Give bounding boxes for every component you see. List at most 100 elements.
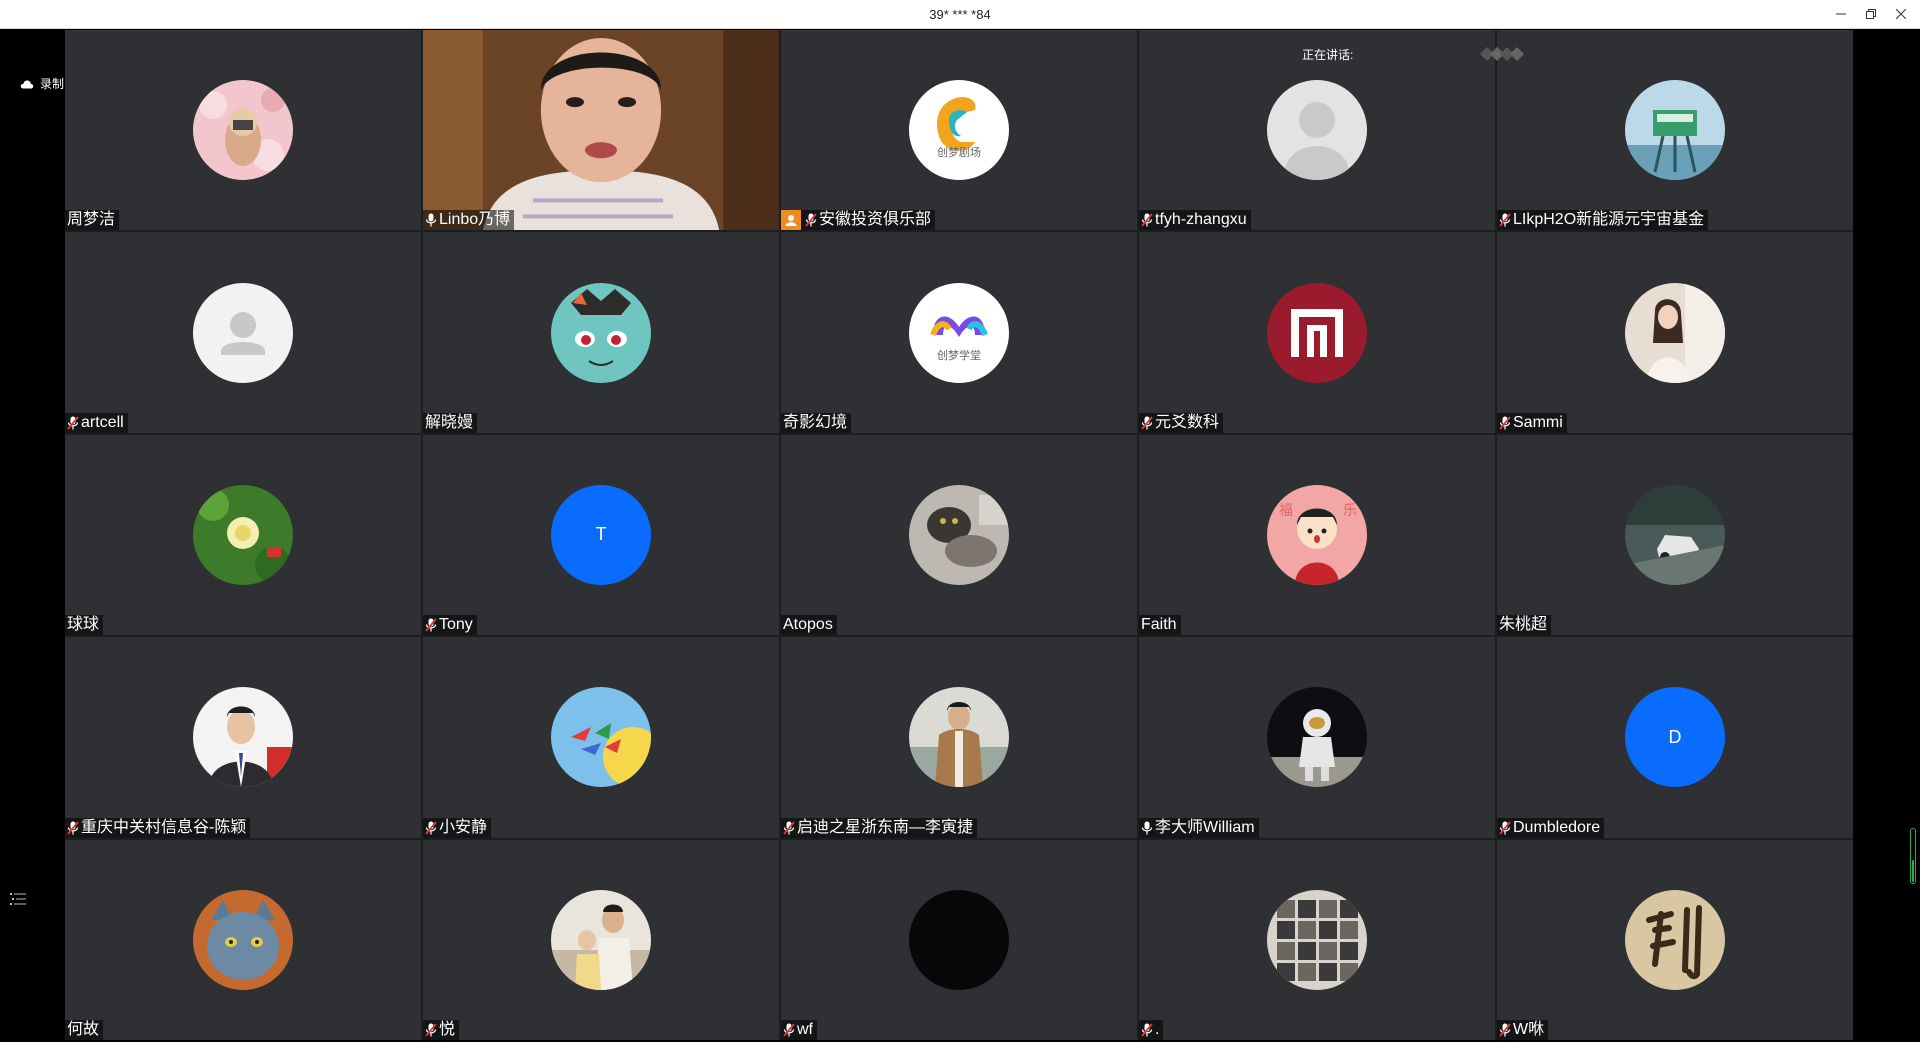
participant-name: Faith <box>1141 616 1177 634</box>
avatar <box>551 282 651 383</box>
participant-tile[interactable]: 球球 <box>65 434 421 636</box>
participant-nameplate: 朱桃超 <box>1497 615 1552 636</box>
participant-tile[interactable]: wf <box>781 839 1137 1040</box>
participant-tile[interactable]: 解晓嫚 <box>423 232 779 433</box>
mic-muted-icon <box>1141 416 1153 430</box>
participant-tile[interactable]: artcell <box>65 232 421 433</box>
participant-tile[interactable]: Sammi <box>1497 232 1853 433</box>
mic-muted-icon <box>425 1023 437 1037</box>
participant-nameplate: 何故 <box>65 1019 104 1040</box>
participant-tile[interactable]: 启迪之星浙东南—李寅捷 <box>781 637 1137 838</box>
avatar <box>909 889 1009 990</box>
window-title: 39* *** *84 <box>929 7 991 22</box>
participant-tile[interactable]: 小安静 <box>423 637 779 838</box>
mic-muted-icon <box>1499 213 1511 227</box>
avatar: D <box>1625 687 1725 788</box>
participant-nameplate: 启迪之星浙东南—李寅捷 <box>781 817 978 838</box>
restore-button[interactable] <box>1856 0 1886 29</box>
participant-tile[interactable]: 何故 <box>65 839 421 1040</box>
mic-muted-icon <box>805 213 817 227</box>
participant-nameplate: 悦 <box>423 1019 460 1040</box>
gallery-scrollbar[interactable] <box>1910 828 1916 884</box>
mic-muted-icon <box>67 821 79 835</box>
participant-nameplate: W咻 <box>1497 1019 1549 1040</box>
participant-name: 何故 <box>67 1020 100 1038</box>
avatar-logo-text: 创梦学堂 <box>937 349 981 362</box>
avatar <box>1267 282 1367 383</box>
mic-muted-icon <box>1499 1023 1511 1037</box>
list-icon <box>10 893 26 905</box>
participant-name: 朱桃超 <box>1499 616 1548 634</box>
speaking-label: 正在讲话: <box>1302 48 1354 62</box>
avatar: 创梦剧场 <box>909 80 1009 181</box>
participant-nameplate: Tony <box>423 615 477 636</box>
participant-tile[interactable]: 李大师William <box>1139 637 1495 838</box>
participant-name: Atopos <box>783 616 833 634</box>
participant-nameplate: Atopos <box>781 615 837 636</box>
avatar <box>1267 80 1367 181</box>
mic-muted-icon <box>1141 1023 1153 1037</box>
close-icon <box>1896 9 1906 19</box>
participant-tile[interactable]: 福乐 Faith <box>1139 434 1495 636</box>
avatar <box>193 484 293 585</box>
participant-tile[interactable]: D Dumbledore <box>1497 637 1853 838</box>
avatar <box>193 282 293 383</box>
participant-tile[interactable]: Linbo乃博 <box>423 30 779 231</box>
avatar <box>193 889 293 990</box>
participant-nameplate: . <box>1139 1019 1164 1040</box>
participant-tile[interactable]: T Tony <box>423 434 779 636</box>
host-badge-icon <box>781 210 801 231</box>
participant-tile[interactable]: LIkpH2O新能源元宇宙基金 <box>1497 30 1853 231</box>
participant-tile[interactable]: 重庆中关村信息谷-陈颖 <box>65 637 421 838</box>
avatar <box>1267 687 1367 788</box>
participant-name: Tony <box>439 616 473 634</box>
participant-tile[interactable]: 创梦剧场 安徽投资俱乐部 <box>781 30 1137 231</box>
avatar-logo-text: 创梦剧场 <box>937 147 981 160</box>
mic-muted-icon <box>425 618 437 632</box>
speaking-indicator-icon <box>1480 47 1524 66</box>
participant-tile[interactable]: 元爻数科 <box>1139 232 1495 433</box>
avatar: 福乐 <box>1267 484 1367 585</box>
avatar: 创梦学堂 <box>909 282 1009 383</box>
participant-tile[interactable]: 悦 <box>423 839 779 1040</box>
participant-nameplate: Faith <box>1139 615 1181 636</box>
video-gallery: 周梦洁 Linbo乃博 创梦剧场 安徽投资俱乐部 tfyh-zhangxu LIkpH2O… <box>65 30 1853 1040</box>
avatar <box>1625 80 1725 181</box>
participant-name: artcell <box>81 413 124 431</box>
participant-name: 小安静 <box>439 818 488 836</box>
minimize-button[interactable] <box>1826 0 1856 29</box>
mic-muted-icon <box>425 821 437 835</box>
participant-tile[interactable]: W咻 <box>1497 839 1853 1040</box>
participant-name: 球球 <box>67 616 100 634</box>
avatar <box>909 484 1009 585</box>
participant-name: Dumbledore <box>1513 818 1601 836</box>
participant-nameplate: Dumbledore <box>1497 817 1605 838</box>
participant-list-button[interactable] <box>10 892 26 911</box>
participant-nameplate: LIkpH2O新能源元宇宙基金 <box>1497 210 1709 231</box>
avatar: T <box>551 484 651 585</box>
avatar <box>551 687 651 788</box>
participant-nameplate: artcell <box>65 412 128 433</box>
participant-tile[interactable]: 创梦学堂奇影幻境 <box>781 232 1137 433</box>
participant-tile[interactable]: Atopos <box>781 434 1137 636</box>
participant-nameplate: 元爻数科 <box>1139 412 1224 433</box>
participant-name: 重庆中关村信息谷-陈颖 <box>81 818 247 836</box>
mic-muted-icon <box>1499 416 1511 430</box>
avatar <box>909 687 1009 788</box>
participant-name: 悦 <box>439 1020 456 1038</box>
avatar <box>1625 484 1725 585</box>
participant-name: wf <box>797 1020 813 1038</box>
participant-tile[interactable]: 朱桃超 <box>1497 434 1853 636</box>
participant-name: 李大师William <box>1155 818 1255 836</box>
left-rail <box>0 30 65 1042</box>
avatar <box>193 687 293 788</box>
participant-tile[interactable]: . <box>1139 839 1495 1040</box>
participant-tile[interactable]: 周梦洁 <box>65 30 421 231</box>
mic-muted-icon <box>67 416 79 430</box>
participant-nameplate: 奇影幻境 <box>781 412 852 433</box>
mic-muted-icon <box>1499 821 1511 835</box>
close-button[interactable] <box>1886 0 1916 29</box>
mic-muted-icon <box>783 821 795 835</box>
participant-name: Sammi <box>1513 413 1563 431</box>
avatar <box>1267 889 1367 990</box>
